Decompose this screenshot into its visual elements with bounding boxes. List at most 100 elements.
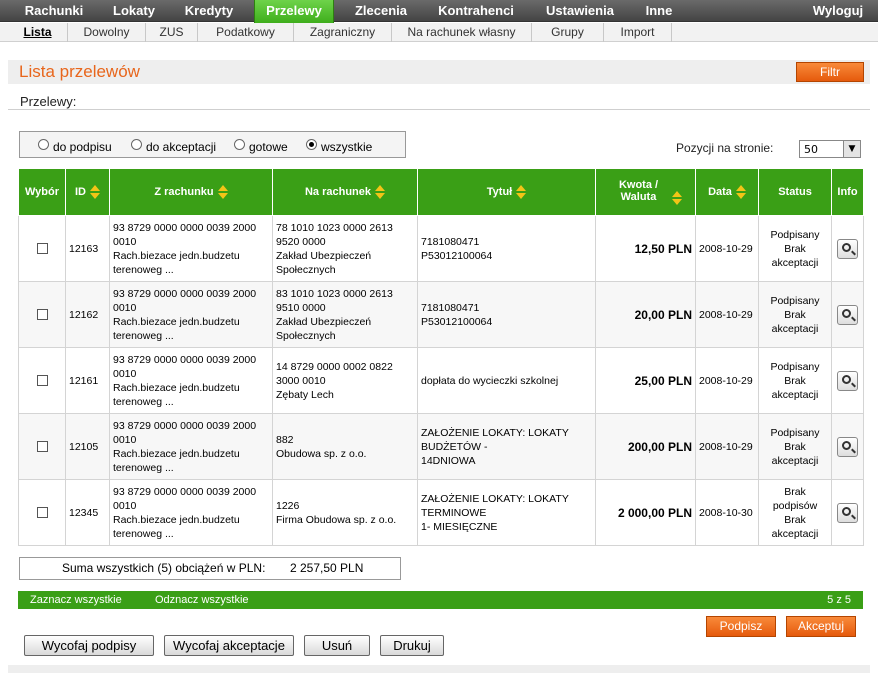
to-account-line: Firma Obudowa sp. z o.o. xyxy=(276,513,397,526)
summary-box: Suma wszystkich (5) obciążeń w PLN: 2 25… xyxy=(19,557,401,580)
cell-amount: 20,00 PLN xyxy=(595,281,696,348)
sign-button[interactable]: Podpisz xyxy=(706,616,776,637)
from-account-line: Rach.biezace jedn.budzetu terenoweg ... xyxy=(113,513,240,540)
cell-from: 93 8729 0000 0000 0039 2000 0010 Rach.bie… xyxy=(109,215,273,282)
radio-gotowe[interactable] xyxy=(234,139,245,150)
from-account-line: Rach.biezace jedn.budzetu terenoweg ... xyxy=(113,381,240,408)
sort-icon[interactable] xyxy=(735,185,746,199)
per-page-select[interactable]: 50 ▼ xyxy=(799,140,861,158)
cell-id: 12105 xyxy=(65,413,110,480)
cell-info xyxy=(831,413,864,480)
row-checkbox[interactable] xyxy=(36,243,48,254)
summary-value: 2 257,50 PLN xyxy=(290,561,364,575)
logout-link[interactable]: Wyloguj xyxy=(804,0,872,22)
magnifier-icon[interactable] xyxy=(837,370,858,391)
nav-rachunki[interactable]: Rachunki xyxy=(14,0,94,22)
nav-inne[interactable]: Inne xyxy=(636,0,682,22)
col-data[interactable]: Data xyxy=(695,168,759,216)
nav-ustawienia[interactable]: Ustawienia xyxy=(536,0,624,22)
col-kwota[interactable]: Kwota / Waluta xyxy=(595,168,696,216)
status-line: Podpisany xyxy=(770,360,820,373)
subnav-zagraniczny[interactable]: Zagraniczny xyxy=(294,23,392,42)
cell-info xyxy=(831,281,864,348)
table-row[interactable]: 12105 93 8729 0000 0000 0039 2000 0010 Rac… xyxy=(18,413,864,480)
delete-button[interactable]: Usuń xyxy=(304,635,370,656)
status-line: Brak akceptacji xyxy=(771,440,819,467)
radio-label-do-akceptacji: do akceptacji xyxy=(146,140,217,154)
nav-kredyty[interactable]: Kredyty xyxy=(174,0,244,22)
col-na-rachunek[interactable]: Na rachunek xyxy=(272,168,418,216)
cell-status: Brak podpisów Brak akceptacji xyxy=(758,479,832,546)
status-line: Podpisany xyxy=(770,294,820,307)
cell-title: ZAŁOŻENIE LOKATY: LOKATY BUDŻETÓW -14DNI… xyxy=(417,413,596,480)
magnifier-icon[interactable] xyxy=(837,436,858,457)
table-row[interactable]: 12161 93 8729 0000 0000 0039 2000 0010 Rac… xyxy=(18,347,864,414)
nav-zlecenia[interactable]: Zlecenia xyxy=(346,0,416,22)
magnifier-icon[interactable] xyxy=(837,502,858,523)
subnav-dowolny[interactable]: Dowolny xyxy=(68,23,146,42)
title-line: P53012100064 xyxy=(421,249,493,262)
cell-title: dopłata do wycieczki szkolnej xyxy=(417,347,596,414)
withdraw-signatures-button[interactable]: Wycofaj podpisy xyxy=(24,635,154,656)
cell-from: 93 8729 0000 0000 0039 2000 0010 Rach.bie… xyxy=(109,413,273,480)
table-row[interactable]: 12345 93 8729 0000 0000 0039 2000 0010 Rac… xyxy=(18,479,864,546)
subnav-zus[interactable]: ZUS xyxy=(146,23,198,42)
filter-button[interactable]: Filtr xyxy=(796,62,864,82)
magnifier-icon[interactable] xyxy=(837,238,858,259)
radio-do-akceptacji[interactable] xyxy=(131,139,142,150)
per-page-label: Pozycji na stronie: xyxy=(676,141,774,155)
to-account-line: 83 1010 1023 0000 2613 9510 0000 xyxy=(276,287,393,314)
col-to-label: Na rachunek xyxy=(304,185,372,198)
sort-icon[interactable] xyxy=(375,185,386,199)
col-id-label: ID xyxy=(75,185,86,198)
cell-select xyxy=(18,281,66,348)
title-line: P53012100064 xyxy=(421,315,493,328)
page-title: Lista przelewów xyxy=(19,62,140,81)
subnav-lista[interactable]: Lista xyxy=(8,23,68,42)
title-line: 14DNIOWA xyxy=(421,454,476,467)
cell-date: 2008-10-29 xyxy=(695,347,759,414)
subnav-import[interactable]: Import xyxy=(604,23,672,42)
from-account-line: Rach.biezace jedn.budzetu terenoweg ... xyxy=(113,249,240,276)
magnifier-icon[interactable] xyxy=(837,304,858,325)
nav-lokaty[interactable]: Lokaty xyxy=(100,0,168,22)
row-checkbox[interactable] xyxy=(36,507,48,518)
row-checkbox[interactable] xyxy=(36,309,48,320)
cell-from: 93 8729 0000 0000 0039 2000 0010 Rach.bie… xyxy=(109,347,273,414)
to-account-line: Obudowa sp. z o.o. xyxy=(276,447,367,460)
table-row[interactable]: 12163 93 8729 0000 0000 0039 2000 0010 Rac… xyxy=(18,215,864,282)
withdraw-acceptance-button[interactable]: Wycofaj akceptacje xyxy=(164,635,294,656)
deselect-all-link[interactable]: Odznacz wszystkie xyxy=(155,591,249,609)
chevron-down-icon[interactable]: ▼ xyxy=(843,141,860,157)
select-all-link[interactable]: Zaznacz wszystkie xyxy=(30,591,122,609)
cell-select xyxy=(18,413,66,480)
status-line: Brak podpisów xyxy=(772,485,818,512)
accept-button[interactable]: Akceptuj xyxy=(786,616,856,637)
radio-do-podpisu[interactable] xyxy=(38,139,49,150)
radio-wszystkie[interactable] xyxy=(306,139,317,150)
table-row[interactable]: 12162 93 8729 0000 0000 0039 2000 0010 Rac… xyxy=(18,281,864,348)
cell-status: Podpisany Brak akceptacji xyxy=(758,215,832,282)
nav-kontrahenci[interactable]: Kontrahenci xyxy=(428,0,524,22)
col-z-rachunku[interactable]: Z rachunku xyxy=(109,168,273,216)
sort-icon[interactable] xyxy=(516,185,527,199)
subnav-grupy[interactable]: Grupy xyxy=(532,23,604,42)
row-checkbox[interactable] xyxy=(36,375,48,386)
subnav-na-rachunek-wlasny[interactable]: Na rachunek własny xyxy=(392,23,532,42)
print-button[interactable]: Drukuj xyxy=(380,635,444,656)
col-tytul[interactable]: Tytuł xyxy=(417,168,596,216)
subnav-podatkowy[interactable]: Podatkowy xyxy=(198,23,294,42)
cell-title: 7181080471 P53012100064 xyxy=(417,281,596,348)
cell-select xyxy=(18,479,66,546)
sort-icon[interactable] xyxy=(671,190,682,205)
col-id[interactable]: ID xyxy=(65,168,110,216)
nav-przelewy[interactable]: Przelewy xyxy=(254,0,334,23)
cell-date: 2008-10-29 xyxy=(695,281,759,348)
to-account-line: 14 8729 0000 0002 0822 3000 0010 xyxy=(276,360,393,387)
cell-title: ZAŁOŻENIE LOKATY: LOKATY TERMINOWE 1- MIE… xyxy=(417,479,596,546)
row-checkbox[interactable] xyxy=(36,441,48,452)
cell-amount: 2 000,00 PLN xyxy=(595,479,696,546)
cell-to: 14 8729 0000 0002 0822 3000 0010 Zębaty L… xyxy=(272,347,418,414)
sort-icon[interactable] xyxy=(90,185,100,199)
sort-icon[interactable] xyxy=(217,185,228,199)
